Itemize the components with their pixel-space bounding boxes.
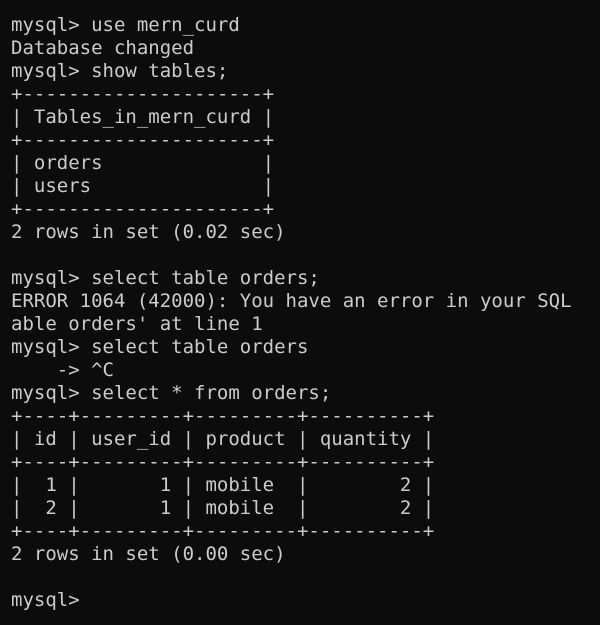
command-prompt[interactable]: mysql> [11,589,600,612]
orders-border-bottom: +----+---------+---------+----------+ [11,520,435,542]
orders-border-mid: +----+---------+---------+----------+ [11,451,435,473]
command-line-select-orders: mysql> select * from orders; [11,382,332,404]
error-message: ERROR 1064 (42000): You have an error in… [11,290,572,312]
tables-border-bottom: +---------------------+ [11,198,275,220]
tables-header: | Tables_in_mern_curd | [11,106,275,128]
terminal-window[interactable]: mysql> use mern_curd Database changed my… [0,0,600,625]
output-database-changed: Database changed [11,37,195,59]
tables-border-mid: +---------------------+ [11,129,275,151]
command-line-select-table-incomplete: mysql> select table orders [11,336,309,358]
tables-row-users: | users | [11,175,275,197]
orders-row: | 2 | 1 | mobile | 2 | [11,497,435,519]
command-line-select-table: mysql> select table orders; [11,267,320,289]
continuation-cancel: -> ^C [11,359,114,381]
error-message-continued: able orders' at line 1 [11,313,263,335]
tables-row-count: 2 rows in set (0.02 sec) [11,221,286,243]
orders-row: | 1 | 1 | mobile | 2 | [11,474,435,496]
orders-border-top: +----+---------+---------+----------+ [11,405,435,427]
orders-row-count: 2 rows in set (0.00 sec) [11,543,286,565]
tables-row-orders: | orders | [11,152,275,174]
command-line-show-tables: mysql> show tables; [11,60,229,82]
command-line-use-db: mysql> use mern_curd [11,14,240,36]
orders-header: | id | user_id | product | quantity | [11,428,435,450]
tables-border-top: +---------------------+ [11,83,275,105]
